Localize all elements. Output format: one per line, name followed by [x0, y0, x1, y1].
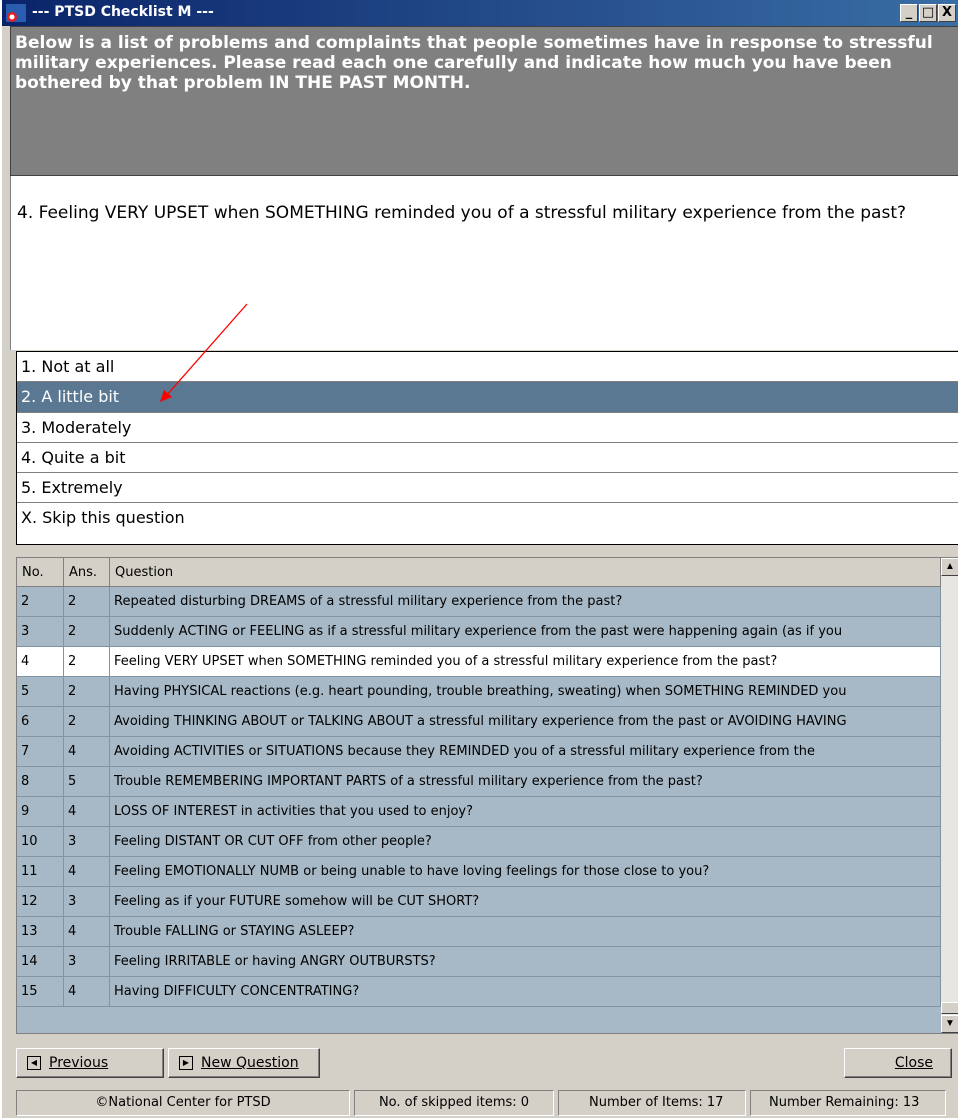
option-skip-question[interactable]: X. Skip this question	[17, 503, 958, 533]
answers-grid[interactable]: No. Ans. Question 2 2 Repeated disturbing …	[16, 557, 958, 1034]
cell-question: LOSS OF INTEREST in activities that you …	[110, 797, 941, 826]
cell-answer: 4	[64, 737, 110, 766]
table-row[interactable]: 8 5 Trouble REMEMBERING IMPORTANT PARTS of…	[17, 767, 941, 797]
window-title: --- PTSD Checklist M ---	[32, 4, 214, 20]
table-row[interactable]: 15 4 Having DIFFICULTY CONCENTRATING?	[17, 977, 941, 1007]
cell-question: Feeling IRRITABLE or having ANGRY OUTBUR…	[110, 947, 941, 976]
close-window-button[interactable]: X	[938, 4, 956, 22]
new-question-button[interactable]: ▶ New Question	[168, 1048, 320, 1078]
cell-no: 15	[17, 977, 64, 1006]
close-button[interactable]: Close	[844, 1048, 952, 1078]
cell-question: Feeling DISTANT OR CUT OFF from other pe…	[110, 827, 941, 856]
cell-answer: 3	[64, 827, 110, 856]
table-row[interactable]: 10 3 Feeling DISTANT OR CUT OFF from other…	[17, 827, 941, 857]
app-icon	[6, 4, 26, 22]
cell-no: 11	[17, 857, 64, 886]
cell-answer: 2	[64, 707, 110, 736]
cell-question: Suddenly ACTING or FEELING as if a stres…	[110, 617, 941, 646]
status-skipped-items: No. of skipped items: 0	[354, 1090, 554, 1116]
cell-no: 12	[17, 887, 64, 916]
cell-question: Feeling as if your FUTURE somehow will b…	[110, 887, 941, 916]
cell-question: Trouble REMEMBERING IMPORTANT PARTS of a…	[110, 767, 941, 796]
table-row[interactable]: 3 2 Suddenly ACTING or FEELING as if a str…	[17, 617, 941, 647]
cell-answer: 4	[64, 857, 110, 886]
new-question-label: New Question	[201, 1055, 299, 1071]
cell-answer: 4	[64, 977, 110, 1006]
cell-no: 10	[17, 827, 64, 856]
previous-button[interactable]: ◀ Previous	[16, 1048, 164, 1078]
option-extremely[interactable]: 5. Extremely	[17, 473, 958, 504]
minimize-button[interactable]: _	[900, 4, 918, 22]
cell-no: 7	[17, 737, 64, 766]
cell-question: Having DIFFICULTY CONCENTRATING?	[110, 977, 941, 1006]
status-number-remaining: Number Remaining: 13	[750, 1090, 946, 1116]
cell-question: Repeated disturbing DREAMS of a stressfu…	[110, 587, 941, 616]
grid-header: No. Ans. Question	[17, 558, 941, 587]
table-row[interactable]: 14 3 Feeling IRRITABLE or having ANGRY OUT…	[17, 947, 941, 977]
cell-answer: 5	[64, 767, 110, 796]
table-row[interactable]: 2 2 Repeated disturbing DREAMS of a stress…	[17, 587, 941, 617]
cell-question: Feeling EMOTIONALLY NUMB or being unable…	[110, 857, 941, 886]
cell-no: 4	[17, 647, 64, 676]
cell-answer: 3	[64, 947, 110, 976]
cell-question: Feeling VERY UPSET when SOMETHING remind…	[110, 647, 941, 676]
ptsd-checklist-window: --- PTSD Checklist M --- _ □ X Below is …	[0, 0, 958, 1118]
title-bar[interactable]: --- PTSD Checklist M --- _ □ X	[2, 0, 958, 26]
previous-icon: ◀	[27, 1056, 41, 1070]
cell-no: 6	[17, 707, 64, 736]
status-number-of-items: Number of Items: 17	[558, 1090, 746, 1116]
table-row[interactable]: 5 2 Having PHYSICAL reactions (e.g. heart …	[17, 677, 941, 707]
option-quite-a-bit[interactable]: 4. Quite a bit	[17, 443, 958, 474]
maximize-button[interactable]: □	[919, 4, 937, 22]
cell-no: 13	[17, 917, 64, 946]
current-question-text: 4. Feeling VERY UPSET when SOMETHING rem…	[17, 203, 907, 223]
cell-no: 5	[17, 677, 64, 706]
question-panel: 4. Feeling VERY UPSET when SOMETHING rem…	[10, 176, 958, 350]
scroll-thumb[interactable]	[941, 1002, 958, 1014]
close-label: Close	[894, 1055, 933, 1071]
cell-no: 3	[17, 617, 64, 646]
previous-label: Previous	[49, 1055, 109, 1071]
status-bar: ©National Center for PTSD No. of skipped…	[2, 1086, 958, 1118]
next-icon: ▶	[179, 1056, 193, 1070]
table-row[interactable]: 7 4 Avoiding ACTIVITIES or SITUATIONS beca…	[17, 737, 941, 767]
cell-answer: 2	[64, 587, 110, 616]
cell-no: 2	[17, 587, 64, 616]
column-header-question[interactable]: Question	[110, 558, 941, 587]
table-row[interactable]: 12 3 Feeling as if your FUTURE somehow wil…	[17, 887, 941, 917]
answer-options-list[interactable]: 1. Not at all 2. A little bit 3. Moderat…	[16, 351, 958, 545]
cell-answer: 2	[64, 647, 110, 676]
instructions-text: Below is a list of problems and complain…	[10, 26, 958, 176]
scroll-up-icon[interactable]: ▲	[941, 558, 958, 576]
table-row[interactable]: 4 2 Feeling VERY UPSET when SOMETHING remi…	[17, 647, 941, 677]
cell-answer: 2	[64, 617, 110, 646]
scroll-down-icon[interactable]: ▼	[941, 1015, 958, 1033]
column-header-no[interactable]: No.	[17, 558, 64, 587]
cell-no: 14	[17, 947, 64, 976]
cell-question: Trouble FALLING or STAYING ASLEEP?	[110, 917, 941, 946]
status-copyright: ©National Center for PTSD	[16, 1090, 350, 1116]
table-row[interactable]: 13 4 Trouble FALLING or STAYING ASLEEP?	[17, 917, 941, 947]
cell-answer: 4	[64, 917, 110, 946]
table-row[interactable]: 9 4 LOSS OF INTEREST in activities that yo…	[17, 797, 941, 827]
cell-question: Avoiding THINKING ABOUT or TALKING ABOUT…	[110, 707, 941, 736]
cell-answer: 3	[64, 887, 110, 916]
cell-answer: 2	[64, 677, 110, 706]
option-moderately[interactable]: 3. Moderately	[17, 413, 958, 443]
cell-no: 9	[17, 797, 64, 826]
cell-question: Having PHYSICAL reactions (e.g. heart po…	[110, 677, 941, 706]
option-a-little-bit[interactable]: 2. A little bit	[17, 382, 958, 413]
column-header-ans[interactable]: Ans.	[64, 558, 110, 587]
grid-rows: 2 2 Repeated disturbing DREAMS of a stress…	[17, 587, 941, 1007]
cell-answer: 4	[64, 797, 110, 826]
table-row[interactable]: 6 2 Avoiding THINKING ABOUT or TALKING ABO…	[17, 707, 941, 737]
grid-vertical-scrollbar[interactable]: ▲ ▼	[941, 558, 958, 1033]
table-row[interactable]: 11 4 Feeling EMOTIONALLY NUMB or being una…	[17, 857, 941, 887]
cell-question: Avoiding ACTIVITIES or SITUATIONS becaus…	[110, 737, 941, 766]
option-not-at-all[interactable]: 1. Not at all	[17, 352, 958, 383]
cell-no: 8	[17, 767, 64, 796]
